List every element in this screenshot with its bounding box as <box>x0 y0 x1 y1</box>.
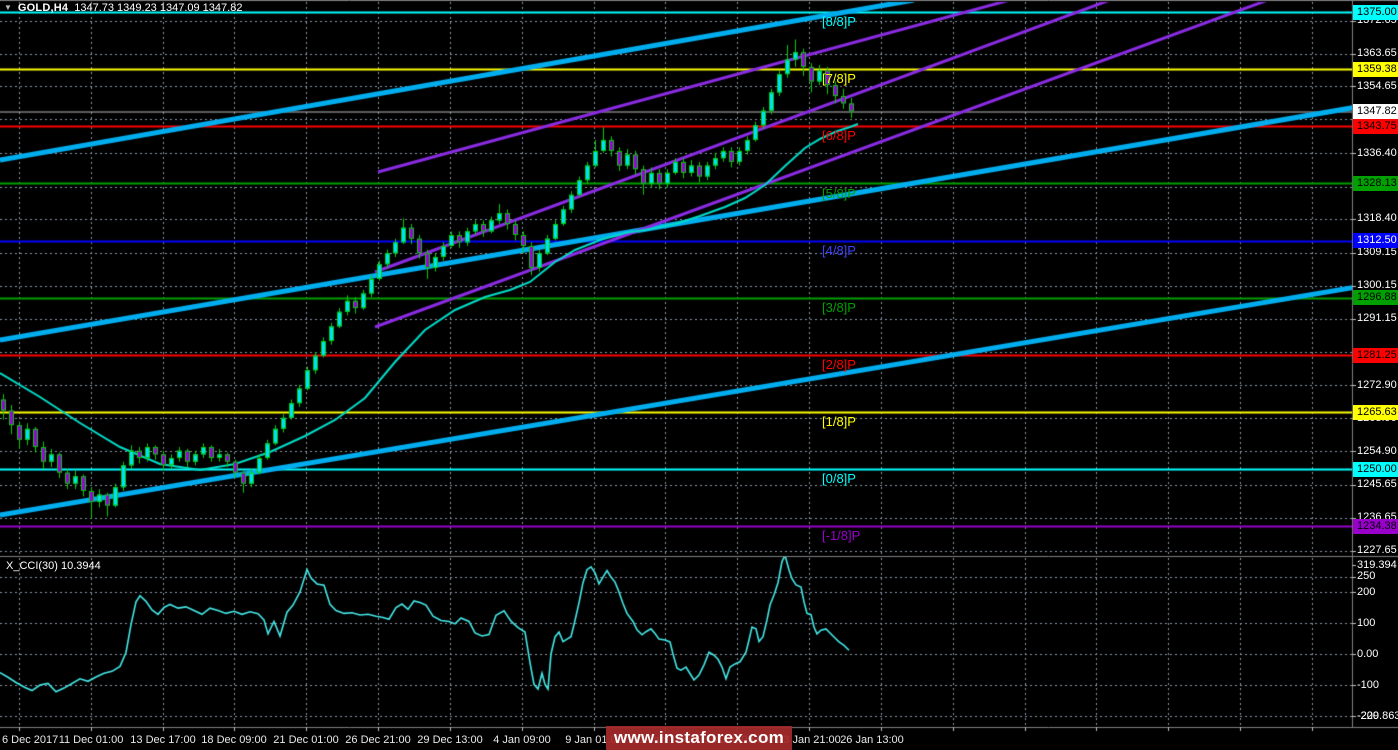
murrey-level-label: [4/8]P <box>822 242 856 258</box>
time-tick-label: 26 Jan 13:00 <box>840 734 904 746</box>
price-level-badge: 1359.38 <box>1353 61 1398 77</box>
price-level-badge: 1234.38 <box>1353 518 1398 534</box>
murrey-level-label: [3/8]P <box>822 299 856 315</box>
cci-tick-label: 100 <box>1357 616 1376 629</box>
murrey-level-label: [0/8]P <box>822 471 856 486</box>
murrey-level-label: [1/8]P <box>822 414 856 429</box>
time-tick-label: 6 Dec 2017 <box>2 734 59 746</box>
price-tick-label: 1354.65 <box>1357 79 1397 92</box>
cci-tick-label: 200 <box>1357 585 1376 598</box>
cci-tick-label: -229.8631 <box>1357 709 1398 722</box>
price-tick-label: 1245.65 <box>1357 478 1397 491</box>
time-tick-label: 4 Jan 09:00 <box>493 734 551 746</box>
cci-tick-label: 250 <box>1357 570 1376 582</box>
price-level-badge: 1312.50 <box>1353 233 1398 248</box>
time-tick-label: 21 Dec 01:00 <box>273 734 339 746</box>
time-tick-label: 13 Dec 17:00 <box>130 734 196 746</box>
chart-canvas[interactable] <box>0 0 1398 750</box>
murrey-level-label: [6/8]P <box>822 128 856 143</box>
cci-tick-label: 0.00 <box>1357 647 1379 660</box>
price-tick-label: 1254.90 <box>1357 444 1397 457</box>
trading-chart-window: ▼ GOLD,H4 1347.73 1349.23 1347.09 1347.8… <box>0 0 1398 750</box>
price-level-badge: 1281.25 <box>1353 347 1398 363</box>
time-tick-label: 29 Dec 13:00 <box>417 734 483 746</box>
ohlc-values: 1347.73 1349.23 1347.09 1347.82 <box>74 1 243 14</box>
price-level-badge: 1343.75 <box>1353 118 1398 134</box>
price-tick-label: 1336.40 <box>1357 146 1397 159</box>
indicator-label: X_CCI(30) 10.3944 <box>6 560 101 572</box>
murrey-level-label: [-1/8]P <box>822 528 861 543</box>
watermark-text: www.instaforex.com <box>613 728 785 747</box>
time-tick-label: 11 Dec 01:00 <box>58 734 124 746</box>
murrey-level-label: [5/8]P <box>822 185 856 201</box>
price-tick-label: 1272.90 <box>1357 378 1397 391</box>
price-level-badge: 1375.00 <box>1353 4 1398 20</box>
price-level-badge: 1328.13 <box>1353 176 1398 191</box>
price-tick-label: 1291.15 <box>1357 312 1397 325</box>
price-tick-label: 1309.15 <box>1357 246 1397 259</box>
symbol-dropdown-icon[interactable]: ▼ <box>4 3 12 13</box>
murrey-level-label: [8/8]P <box>822 14 856 29</box>
watermark: www.instaforex.com <box>606 726 792 750</box>
price-tick-label: 1363.65 <box>1357 47 1397 59</box>
chart-title: ▼ GOLD,H4 1347.73 1349.23 1347.09 1347.8… <box>4 1 242 14</box>
symbol-timeframe: GOLD,H4 <box>17 1 69 14</box>
price-level-badge: 1296.88 <box>1353 290 1398 305</box>
price-level-badge: 1347.82 <box>1353 104 1398 119</box>
price-tick-label: 1318.40 <box>1357 212 1397 225</box>
price-tick-label: 1227.65 <box>1357 544 1397 557</box>
time-tick-label: 26 Dec 21:00 <box>345 734 411 746</box>
time-tick-label: 18 Dec 09:00 <box>201 734 267 746</box>
cci-tick-label: -100 <box>1357 678 1380 691</box>
price-level-badge: 1265.63 <box>1353 404 1398 420</box>
price-level-badge: 1250.00 <box>1353 461 1398 477</box>
murrey-level-label: [7/8]P <box>822 71 856 86</box>
murrey-level-label: [2/8]P <box>822 357 856 372</box>
